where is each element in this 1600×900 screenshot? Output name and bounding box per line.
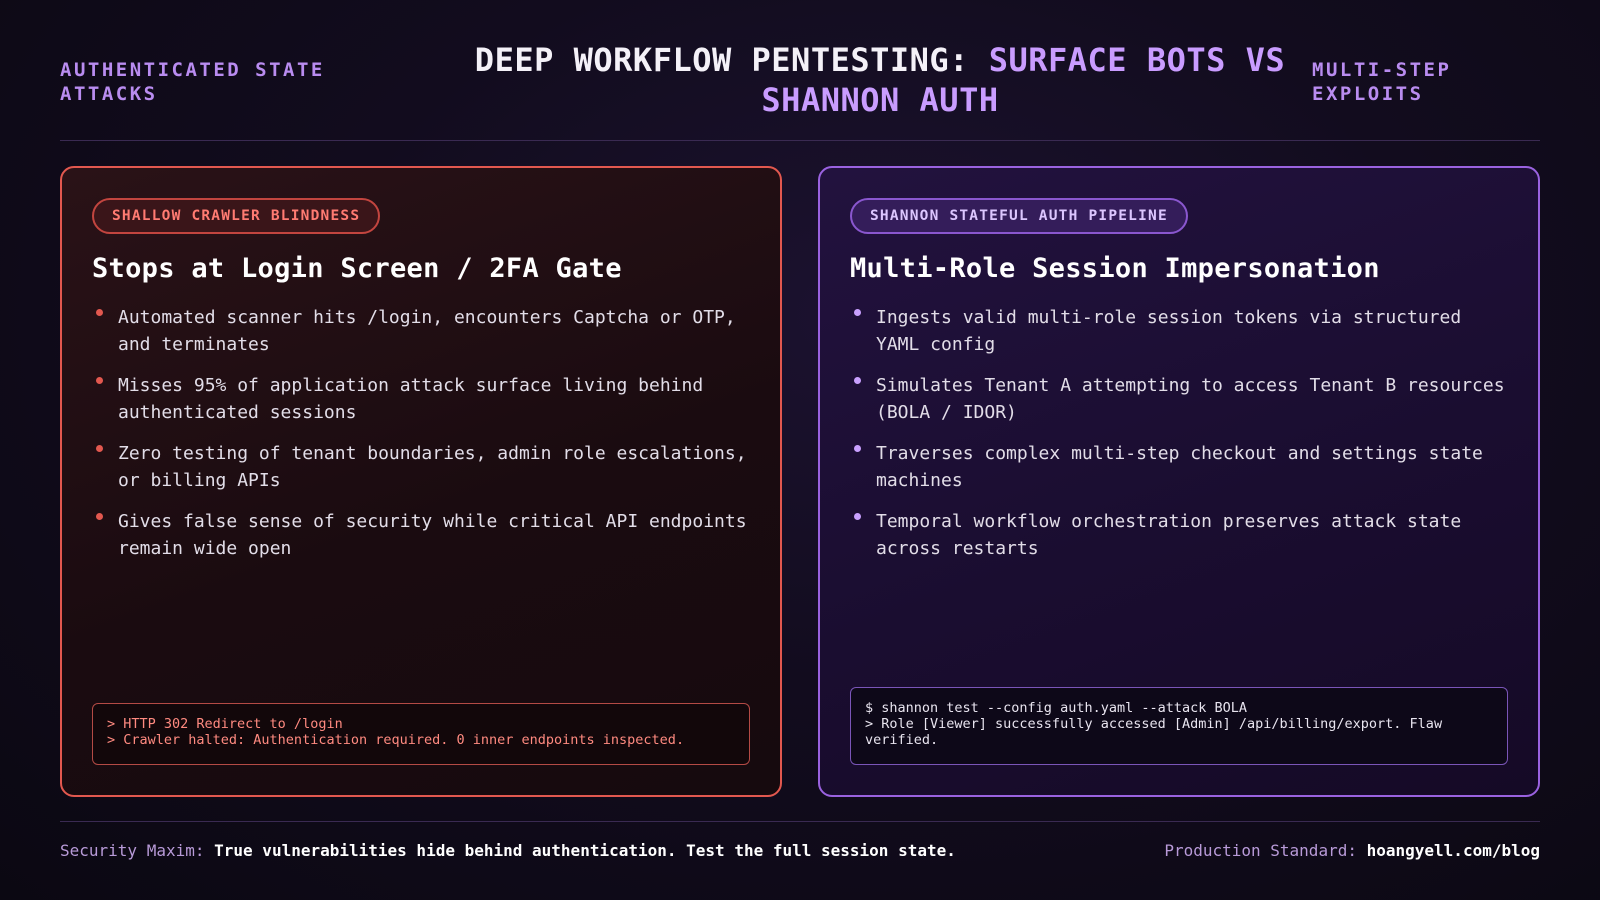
title-main: DEEP WORKFLOW PENTESTING:: [474, 41, 989, 79]
list-item: Ingests valid multi-role session tokens …: [850, 304, 1508, 358]
list-item: Gives false sense of security while crit…: [92, 508, 750, 562]
bullet-text: Temporal workflow orchestration preserve…: [876, 511, 1462, 559]
list-item: Misses 95% of application attack surface…: [92, 372, 750, 426]
list-item: Temporal workflow orchestration preserve…: [850, 508, 1508, 562]
bullet-text: Misses 95% of application attack surface…: [118, 375, 704, 423]
bullet-text: Automated scanner hits /login, encounter…: [118, 307, 736, 355]
shannon-auth-panel: SHANNON STATEFUL AUTH PIPELINE Multi-Rol…: [818, 166, 1540, 797]
terminal-line: > Crawler halted: Authentication require…: [107, 732, 685, 748]
shallow-crawler-pill: SHALLOW CRAWLER BLINDNESS: [92, 198, 381, 234]
bullet-dot-icon: [854, 309, 861, 316]
bullet-dot-icon: [96, 445, 103, 452]
terminal-line: > Role [Viewer] successfully accessed [A…: [865, 716, 1451, 748]
list-item: Automated scanner hits /login, encounter…: [92, 304, 750, 358]
page-title: DEEP WORKFLOW PENTESTING: SURFACE BOTS V…: [420, 40, 1340, 120]
maxim-text: True vulnerabilities hide behind authent…: [214, 841, 956, 860]
shannon-auth-pill: SHANNON STATEFUL AUTH PIPELINE: [850, 198, 1188, 234]
terminal-line: > HTTP 302 Redirect to /login: [107, 716, 343, 732]
bullet-dot-icon: [96, 377, 103, 384]
bullet-dot-icon: [96, 513, 103, 520]
shallow-crawler-heading: Stops at Login Screen / 2FA Gate: [92, 253, 622, 284]
blog-link[interactable]: hoangyell.com/blog: [1367, 841, 1540, 860]
list-item: Simulates Tenant A attempting to access …: [850, 372, 1508, 426]
bullet-dot-icon: [854, 377, 861, 384]
shannon-auth-heading: Multi-Role Session Impersonation: [850, 253, 1380, 284]
shallow-crawler-panel: SHALLOW CRAWLER BLINDNESS Stops at Login…: [60, 166, 782, 797]
production-standard: Production Standard: hoangyell.com/blog: [1164, 840, 1540, 862]
bullet-text: Traverses complex multi-step checkout an…: [876, 443, 1483, 491]
bullet-text: Gives false sense of security while crit…: [118, 511, 747, 559]
footer-divider: [60, 821, 1540, 822]
shallow-crawler-bullets: Automated scanner hits /login, encounter…: [92, 304, 750, 562]
maxim-label: Security Maxim:: [60, 841, 205, 860]
bullet-dot-icon: [854, 513, 861, 520]
terminal-line: $ shannon test --config auth.yaml --atta…: [865, 700, 1248, 716]
shannon-auth-bullets: Ingests valid multi-role session tokens …: [850, 304, 1508, 562]
bullet-text: Ingests valid multi-role session tokens …: [876, 307, 1462, 355]
shannon-terminal-output: $ shannon test --config auth.yaml --atta…: [850, 687, 1508, 765]
header-left-tag: AUTHENTICATED STATE ATTACKS: [60, 59, 325, 105]
list-item: Traverses complex multi-step checkout an…: [850, 440, 1508, 494]
standard-label: Production Standard:: [1164, 841, 1357, 860]
header-divider: [60, 140, 1540, 141]
crawler-terminal-output: > HTTP 302 Redirect to /login > Crawler …: [92, 703, 750, 765]
bullet-text: Zero testing of tenant boundaries, admin…: [118, 443, 747, 491]
header: AUTHENTICATED STATE ATTACKS DEEP WORKFLO…: [60, 38, 1540, 138]
bullet-dot-icon: [96, 309, 103, 316]
bullet-text: Simulates Tenant A attempting to access …: [876, 375, 1505, 423]
bullet-dot-icon: [854, 445, 861, 452]
security-maxim: Security Maxim: True vulnerabilities hid…: [60, 840, 956, 862]
list-item: Zero testing of tenant boundaries, admin…: [92, 440, 750, 494]
header-right-tag: MULTI-STEP EXPLOITS: [1312, 59, 1452, 105]
